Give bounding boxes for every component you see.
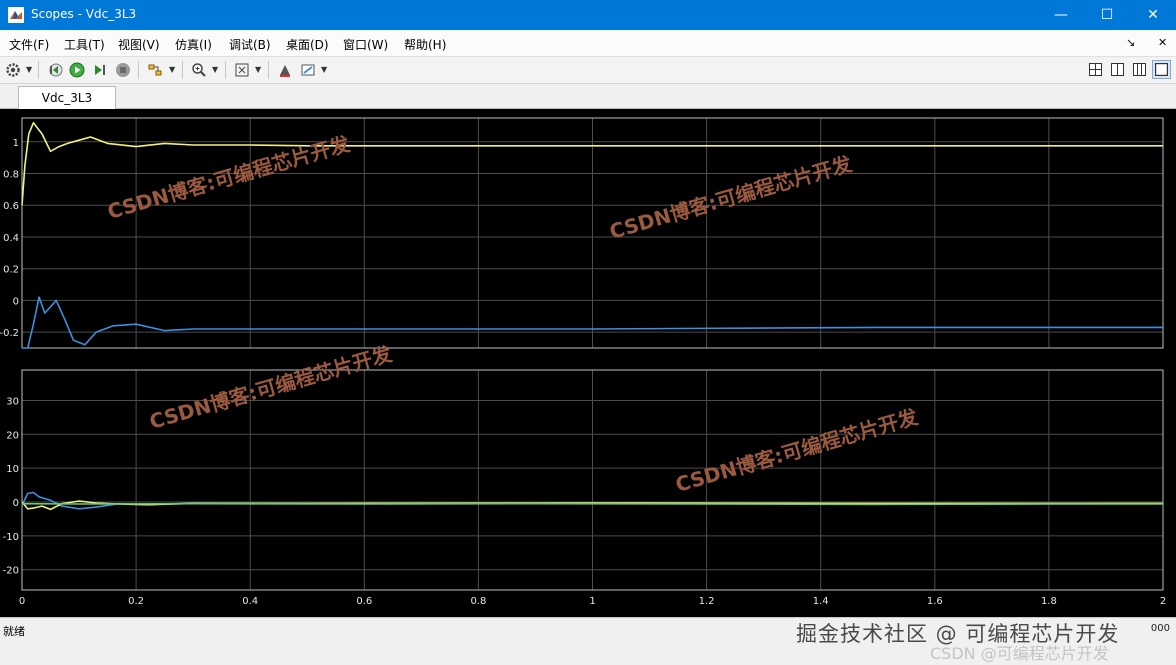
chevron-down-icon[interactable]: ▼ — [26, 65, 32, 74]
close-button[interactable]: ✕ — [1130, 0, 1176, 30]
zoom-in-icon[interactable] — [189, 60, 209, 80]
toolbar-separator — [182, 61, 183, 79]
y-tick-label: 0.8 — [3, 170, 19, 181]
y-tick-label: -0.2 — [0, 328, 19, 339]
menu-help[interactable]: 帮助(H) — [404, 36, 446, 53]
menu-debug[interactable]: 调试(B) — [229, 36, 271, 53]
y-tick-label: 0.6 — [3, 201, 19, 212]
csdn-watermark: CSDN博客:可编程芯片开发 — [607, 151, 856, 243]
x-tick-label: 1.4 — [813, 596, 829, 607]
layout-2x2-icon[interactable] — [1086, 60, 1105, 79]
csdn-watermark: CSDN博客:可编程芯片开发 — [673, 404, 922, 496]
toolbar-separator — [225, 61, 226, 79]
highlight-icon[interactable] — [275, 60, 295, 80]
step-back-icon[interactable] — [45, 60, 65, 80]
status-time-value: 000 — [1150, 623, 1170, 634]
chevron-down-icon[interactable]: ▼ — [321, 65, 327, 74]
chevron-down-icon[interactable]: ▼ — [169, 65, 175, 74]
y-tick-label: -10 — [3, 532, 19, 543]
y-tick-label: -20 — [3, 566, 19, 577]
menu-file[interactable]: 文件(F) — [9, 36, 49, 53]
x-tick-label: 1.2 — [699, 596, 715, 607]
layout-single-icon[interactable] — [1152, 60, 1171, 79]
step-forward-icon[interactable] — [90, 60, 110, 80]
style-icon[interactable] — [298, 60, 318, 80]
series-line — [21, 502, 1163, 506]
document-tabs: Vdc_3L3 — [0, 84, 1176, 109]
toolbar-separator — [38, 61, 39, 79]
x-tick-label: 1.6 — [927, 596, 943, 607]
csdn-bottom-watermark: CSDN @可编程芯片开发 — [930, 644, 1109, 663]
x-tick-label: 0.6 — [356, 596, 372, 607]
menu-simulation[interactable]: 仿真(I) — [175, 36, 212, 53]
y-tick-label: 1 — [13, 138, 19, 149]
window-title: Scopes - Vdc_3L3 — [31, 7, 137, 21]
toolbar-separator — [138, 61, 139, 79]
y-tick-label: 20 — [6, 430, 19, 441]
fit-axes-icon[interactable] — [232, 60, 252, 80]
y-tick-label: 0 — [13, 296, 19, 307]
y-tick-label: 10 — [6, 464, 19, 475]
stop-icon[interactable] — [113, 60, 133, 80]
tab-vdc-3l3[interactable]: Vdc_3L3 — [18, 86, 116, 109]
status-text: 就绪 — [3, 625, 25, 638]
minimize-button[interactable]: — — [1038, 0, 1084, 30]
y-tick-label: 0 — [13, 498, 19, 509]
toolbar: ▼ ▼ ▼ ▼ ▼ — [0, 57, 1176, 84]
layout-2x1-icon[interactable] — [1130, 60, 1149, 79]
signal-select-icon[interactable] — [145, 60, 165, 80]
menu-view[interactable]: 视图(V) — [118, 36, 160, 53]
toolbar-separator — [268, 61, 269, 79]
layout-1x2-icon[interactable] — [1108, 60, 1127, 79]
menu-tools[interactable]: 工具(T) — [64, 36, 105, 53]
x-tick-label: 2 — [1160, 596, 1166, 607]
csdn-watermark: CSDN博客:可编程芯片开发 — [147, 341, 396, 433]
run-icon[interactable] — [67, 60, 87, 80]
menu-bar: 文件(F) 工具(T) 视图(V) 仿真(I) 调试(B) 桌面(D) 窗口(W… — [0, 30, 1176, 57]
scope-plot-area: 1 0.8 0.6 0.4 0.2 0 -0.2 30 20 10 0 -10 -20 0 0.2 0.4 0.… — [0, 109, 1176, 617]
undock-icon[interactable]: ↘ — [1126, 36, 1135, 49]
menu-window[interactable]: 窗口(W) — [343, 36, 388, 53]
maximize-button[interactable]: ☐ — [1084, 0, 1130, 30]
x-tick-label: 0 — [19, 596, 25, 607]
title-bar: Scopes - Vdc_3L3 — ☐ ✕ — [0, 0, 1176, 30]
x-tick-label: 0.8 — [470, 596, 486, 607]
close-figure-icon[interactable]: ✕ — [1158, 36, 1167, 49]
menu-desktop[interactable]: 桌面(D) — [286, 36, 329, 53]
y-tick-label: 0.4 — [3, 233, 19, 244]
x-tick-label: 1.8 — [1041, 596, 1057, 607]
y-tick-label: 30 — [6, 396, 19, 407]
y-tick-label: 0.2 — [3, 265, 19, 276]
scope-figure[interactable]: 1 0.8 0.6 0.4 0.2 0 -0.2 30 20 10 0 -10 -20 0 0.2 0.4 0.… — [0, 109, 1176, 617]
x-tick-label: 1 — [589, 596, 595, 607]
matlab-icon — [8, 7, 24, 23]
chevron-down-icon[interactable]: ▼ — [255, 65, 261, 74]
chevron-down-icon[interactable]: ▼ — [212, 65, 218, 74]
x-tick-label: 0.2 — [128, 596, 144, 607]
gear-icon[interactable] — [3, 60, 23, 80]
x-tick-label: 0.4 — [242, 596, 258, 607]
